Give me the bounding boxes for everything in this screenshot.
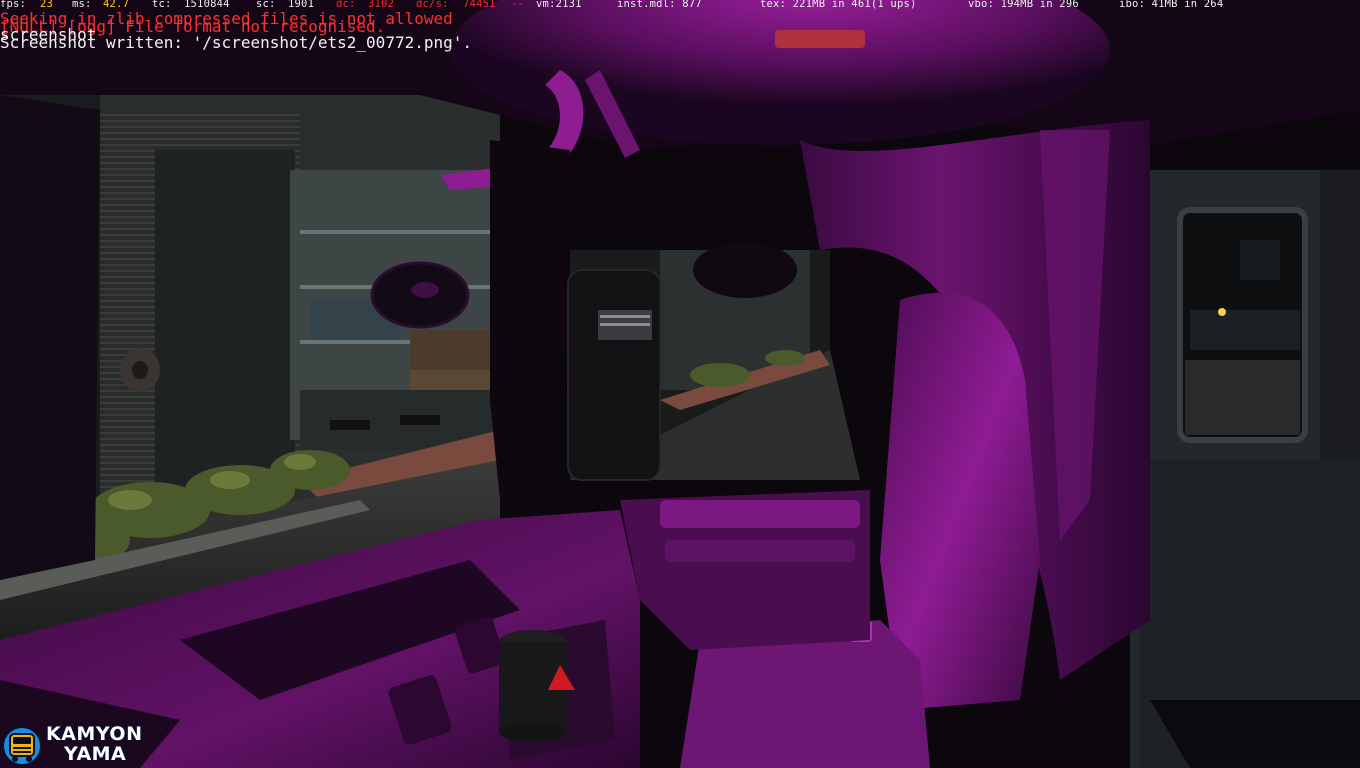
dcs-separator: -- <box>511 0 525 10</box>
tc-value: 1510844 <box>184 0 230 10</box>
ibo-stat: ibo: 41MB in 264 <box>1119 0 1224 10</box>
sc-label: sc: <box>256 0 276 10</box>
inst-mdl-stat: inst.mdl: 877 <box>617 0 702 10</box>
tex-stat: tex: 221MB in 461(1 ups) <box>760 0 917 10</box>
truck-logo-icon <box>2 726 42 766</box>
ms-label: ms: <box>72 0 92 10</box>
logo-text-line1: KAMYON <box>46 723 143 745</box>
tc-label: tc: <box>152 0 172 10</box>
fps-label: fps: <box>0 0 27 10</box>
vbo-stat: vbo: 194MB in 296 <box>968 0 1079 10</box>
logo-text-line2: YAMA <box>64 743 127 765</box>
dc-value: 3102 <box>368 0 395 10</box>
truck-cab-interior-scene <box>0 0 1360 768</box>
kamyon-yama-logo: KAMYON YAMA <box>2 722 152 768</box>
ms-value: 42.7 <box>103 0 130 10</box>
console-log: Seeking in zlib compressed files is not … <box>0 11 473 52</box>
dcs-label: dc/s: <box>416 0 449 10</box>
dcs-value: 74451 <box>463 0 496 10</box>
dc-label: dc: <box>336 0 356 10</box>
sc-value: 1901 <box>288 0 315 10</box>
fps-value: 23 <box>40 0 54 10</box>
vm-stat: vm:2131 <box>536 0 582 10</box>
side-window <box>1130 170 1360 768</box>
console-line-info: Screenshot written: '/screenshot/ets2_00… <box>0 33 473 52</box>
